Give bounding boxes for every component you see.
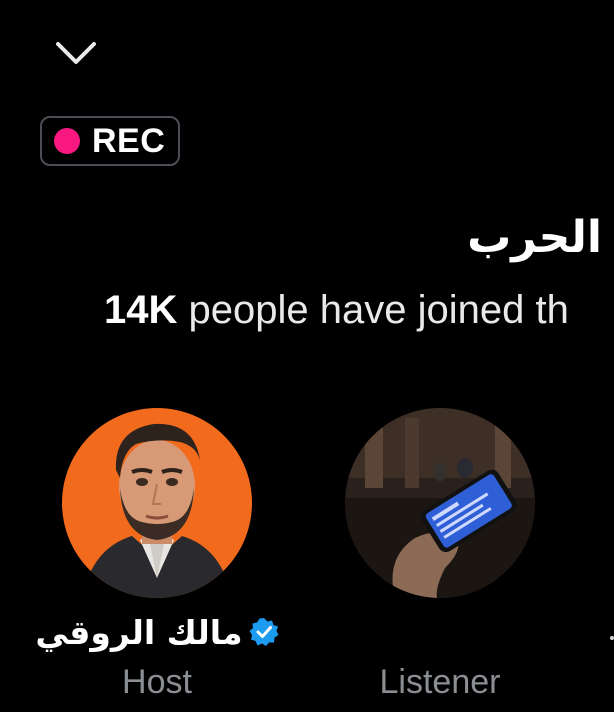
host-role: Host	[122, 663, 192, 701]
avatar	[62, 408, 252, 598]
participant-listener[interactable]: Listener	[310, 408, 570, 702]
recording-label: REC	[92, 121, 166, 160]
verified-badge-icon	[249, 618, 279, 646]
recording-badge: REC	[40, 116, 180, 166]
collapse-button[interactable]	[52, 38, 100, 70]
clipped-participant-indicator	[610, 636, 614, 640]
joined-count: 14K	[104, 288, 178, 332]
listener-avatar-image	[345, 408, 535, 598]
host-name: مالك الروقي	[35, 612, 243, 652]
participant-host[interactable]: مالك الروقي Host	[27, 408, 287, 702]
host-avatar-image	[62, 408, 252, 598]
joined-count-line: 14K people have joined th	[104, 284, 569, 336]
chevron-down-icon	[56, 42, 96, 64]
space-title: الحرب	[467, 212, 602, 263]
avatar	[345, 408, 535, 598]
listener-role: Listener	[379, 663, 501, 701]
record-dot-icon	[54, 128, 80, 154]
joined-text: people have joined th	[188, 288, 569, 332]
